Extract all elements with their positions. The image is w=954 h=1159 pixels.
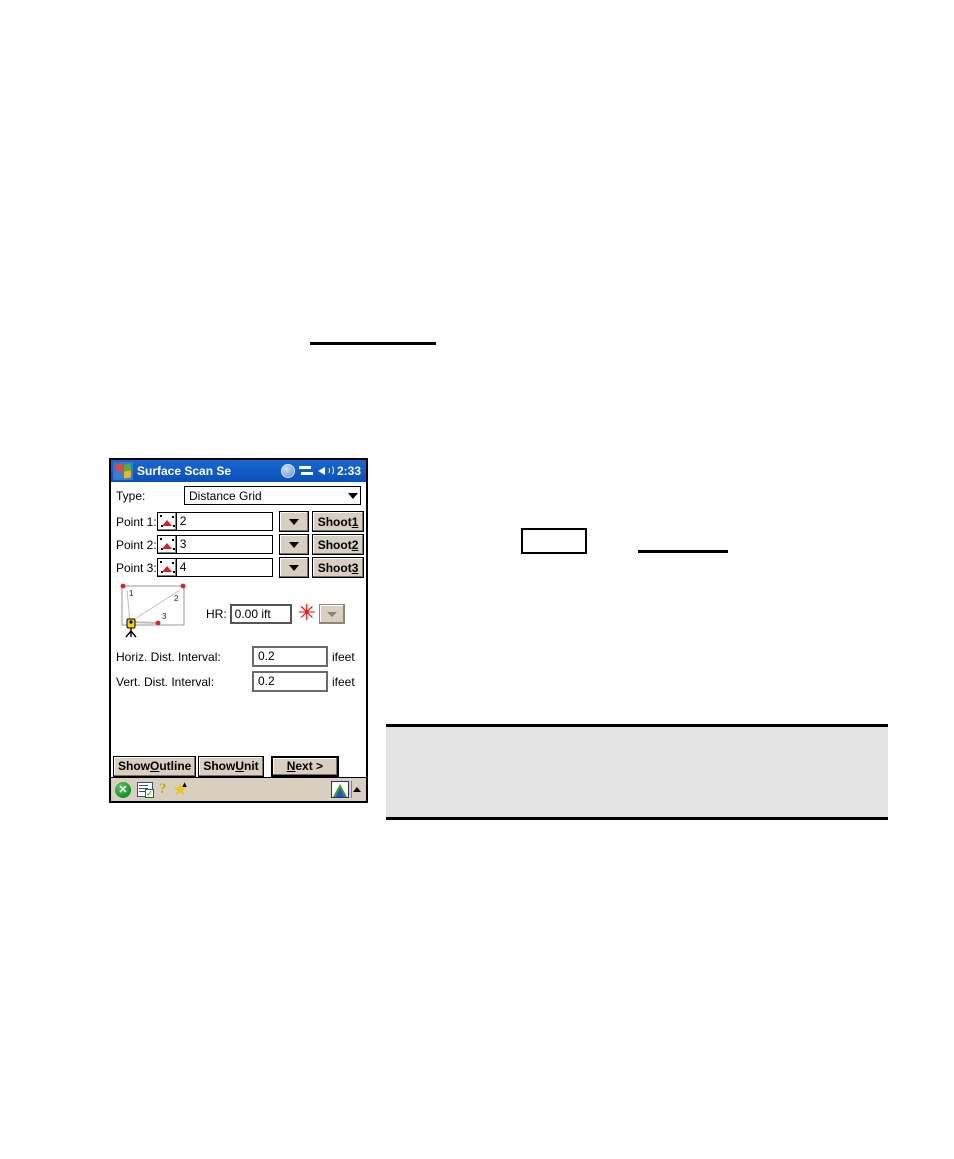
vert-dist-interval-unit: ifeet [332,674,355,689]
form-body: Type: Distance Grid Point 1: 2 Shoot 1 P… [111,482,366,750]
task-check-glyph: ✓ [145,789,154,798]
horiz-dist-interval-input[interactable]: 0.2 [252,646,328,667]
action-button-bar: Show Outline Show Unit Next > [111,755,366,777]
star-icon[interactable]: ★ ▲ [173,780,190,798]
svg-text:1: 1 [129,589,134,598]
point-2-dropdown-button[interactable] [278,534,309,555]
point-3-dropdown-button[interactable] [278,557,309,578]
shoot-3-label: Shoot [317,560,352,575]
taskbar: ✕ ✓ ? ★ ▲ [111,777,366,801]
show-outline-post: utline [159,759,192,773]
gray-content-panel [386,724,888,820]
clock[interactable]: 2:33 [337,464,361,478]
top-horizontal-rule [310,342,436,345]
total-station-icon [125,618,137,638]
shoot-1-button[interactable]: Shoot 1 [311,511,365,532]
survey-app-icon[interactable] [331,781,349,798]
type-value: Distance Grid [189,488,262,503]
point-row-2: Point 2: 3 Shoot 2 [116,534,365,555]
titlebar-status-icons: 2:33 [280,464,364,478]
red-asterisk-icon[interactable]: ✳ [298,603,316,625]
show-outline-accesskey: O [150,759,160,773]
vert-dist-interval-row: Vert. Dist. Interval: 0.2 ifeet [116,671,361,692]
shoot-2-button[interactable]: Shoot 2 [311,534,365,555]
close-circle-icon[interactable]: ✕ [115,781,131,798]
chevron-down-icon [327,611,338,617]
type-row: Type: Distance Grid [116,486,361,505]
hr-row: HR: 0.00 ift ✳ [206,603,346,625]
point-1-dropdown-button[interactable] [278,511,309,532]
hr-input[interactable]: 0.00 ift [229,604,292,624]
point-3-label: Point 3: [116,560,157,575]
chevron-up-icon[interactable] [351,781,362,798]
next-accesskey: N [286,759,296,773]
show-unit-post: nit [244,759,259,773]
chevron-down-icon [288,564,299,571]
svg-text:2: 2 [174,594,179,603]
taskbar-tray [331,781,364,798]
next-button[interactable]: Next > [270,755,340,777]
shoot-3-button[interactable]: Shoot 3 [311,557,365,578]
horiz-dist-interval-row: Horiz. Dist. Interval: 0.2 ifeet [116,646,361,667]
horiz-dist-interval-unit: ifeet [332,649,355,664]
point-2-label: Point 2: [116,537,157,552]
point-2-input[interactable]: 3 [176,535,273,554]
volume-icon[interactable] [317,464,334,478]
point-row-1: Point 1: 2 Shoot 1 [116,511,365,532]
point-3-input[interactable]: 4 [176,558,273,577]
shoot-1-label: Shoot [317,514,352,529]
surface-scan-preview[interactable]: 1 2 3 [118,582,198,638]
point-picker-icon[interactable] [156,512,177,531]
point-picker-icon[interactable] [156,558,177,577]
point-row-3: Point 3: 4 Shoot 3 [116,557,365,578]
window-title: Surface Scan Se [137,464,232,478]
type-combobox[interactable]: Distance Grid [184,486,361,505]
vert-dist-interval-input[interactable]: 0.2 [252,671,328,692]
pda-device-window: Surface Scan Se 2:33 Type: Distance Grid… [109,458,368,803]
shoot-1-accesskey: 1 [351,514,359,529]
preview-svg: 1 2 3 [120,583,186,638]
hr-label: HR: [206,607,227,621]
point-picker-icon[interactable] [156,535,177,554]
shoot-2-label: Shoot [317,537,352,552]
chevron-down-icon[interactable] [346,492,360,499]
task-list-icon[interactable]: ✓ [137,782,154,798]
vert-dist-interval-label: Vert. Dist. Interval: [116,674,215,689]
type-label: Type: [116,488,146,503]
chevron-down-icon [288,518,299,525]
point-1-label: Point 1: [116,514,157,529]
hr-dropdown-button[interactable] [319,604,346,624]
help-question-icon[interactable]: ? [159,782,167,797]
show-outline-button[interactable]: Show Outline [113,755,197,777]
point-1-input[interactable]: 2 [176,512,273,531]
next-label: ext > [295,759,324,773]
show-outline-pre: Show [118,759,150,773]
shoot-3-accesskey: 3 [351,560,359,575]
svg-text:3: 3 [162,612,167,621]
windows-logo-icon[interactable] [113,462,133,480]
show-unit-pre: Show [203,759,236,773]
inline-empty-box [521,528,587,554]
globe-icon[interactable] [280,464,295,478]
diagram-and-hr-row: 1 2 3 HR: 0.00 ift ✳ [116,582,361,638]
horiz-dist-interval-label: Horiz. Dist. Interval: [116,649,221,664]
shoot-2-accesskey: 2 [351,537,359,552]
title-bar: Surface Scan Se 2:33 [111,460,366,482]
show-unit-button[interactable]: Show Unit [198,755,264,777]
show-unit-accesskey: U [235,759,245,773]
chevron-down-icon [288,541,299,548]
connectivity-icon[interactable] [298,465,314,477]
inline-horizontal-rule [638,550,728,553]
